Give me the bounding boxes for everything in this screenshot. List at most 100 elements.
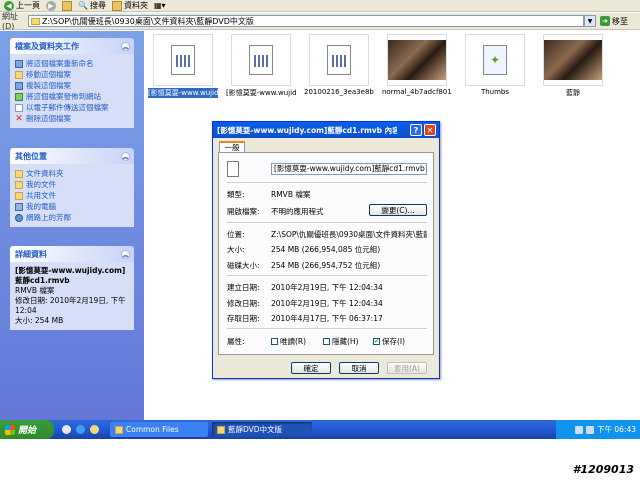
details-type: RMVB 檔案 [15, 286, 55, 295]
video-file-icon [171, 45, 195, 75]
details-filename: [影憶莫耍-www.wujidy.com]藍靜cd1.rmvb [15, 266, 126, 285]
folders-button[interactable]: 資料夾 [111, 0, 148, 11]
readonly-checkbox[interactable]: 唯讀(R) [271, 336, 306, 347]
size-on-disk-label: 磁碟大小: [227, 261, 260, 270]
file-item[interactable]: 20100216_3ea3e8b5c... [304, 34, 374, 96]
video-file-icon [327, 45, 351, 75]
file-type-icon [227, 161, 239, 177]
up-folder-icon[interactable] [62, 0, 72, 11]
file-item[interactable]: [影憶莫耍-www.wujidy.com]... [226, 34, 296, 98]
toolbar: ◀ 上一頁 ▶ 🔍 搜尋 資料夾 ▦▾ [0, 0, 640, 12]
email-icon [15, 103, 23, 112]
type-label: 類型: [227, 190, 245, 199]
details-title: 詳細資料 [15, 249, 47, 259]
collapse-icon[interactable]: ︽ [121, 41, 130, 51]
file-thumbnail [543, 34, 603, 86]
task-label: 藍靜DVD中文版 [228, 425, 283, 434]
search-button[interactable]: 🔍 搜尋 [78, 0, 106, 11]
task-rename[interactable]: 將這個檔案重新命名 [15, 58, 129, 69]
explorer-icon[interactable] [90, 425, 99, 434]
folders-label: 資料夾 [123, 1, 148, 10]
other-places-header[interactable]: 其他位置 ︽ [10, 148, 134, 164]
file-thumbnail [309, 34, 369, 86]
apply-button[interactable]: 套用(A) [387, 362, 427, 374]
place-documents-folder[interactable]: 文件資料夾 [15, 168, 129, 179]
forward-arrow-icon[interactable]: ▶ [46, 0, 56, 11]
dialog-titlebar[interactable]: [影憶莫耍-www.wujidy.com]藍靜cd1.rmvb 內容 ? ✕ [213, 122, 439, 138]
file-item[interactable]: normal_4b7adcf8011ba [382, 34, 452, 96]
archive-checkbox[interactable]: ✔ 保存(I) [373, 336, 405, 347]
task-label: 移動這個檔案 [26, 70, 71, 79]
details-modified: 修改日期: 2010年2月19日, 下午 12:04 [15, 296, 126, 315]
divider [227, 182, 427, 183]
location-label: 位置: [227, 230, 245, 239]
file-item[interactable]: [影憶莫耍-www.wujidy.com]... [148, 34, 218, 98]
taskbar: 開始 Common Files 藍靜DVD中文版 下午 06:43 [0, 420, 640, 439]
tray-icon[interactable] [575, 425, 583, 434]
properties-dialog: [影憶莫耍-www.wujidy.com]藍靜cd1.rmvb 內容 ? ✕ 一… [212, 121, 440, 379]
place-shared-documents[interactable]: 共用文件 [15, 190, 129, 201]
tab-general[interactable]: 一般 [219, 141, 245, 152]
file-thumbnail [387, 34, 447, 86]
file-name: normal_4b7adcf8011ba [382, 88, 452, 96]
task-email[interactable]: 以電子郵件傳送這個檔案 [15, 102, 129, 113]
place-my-computer[interactable]: 我的電腦 [15, 201, 129, 212]
taskbar-item-common-files[interactable]: Common Files [110, 422, 208, 437]
attributes-label: 屬性: [227, 337, 245, 346]
task-publish[interactable]: 將這個檔案發佈到網站 [15, 91, 129, 102]
file-tasks-header[interactable]: 檔案及資料夾工作 ︽ [10, 38, 134, 54]
watermark: #1209013 [572, 463, 634, 476]
divider [227, 328, 427, 329]
file-thumbnail [231, 34, 291, 86]
details-body: [影憶莫耍-www.wujidy.com]藍靜cd1.rmvb RMVB 檔案 … [10, 262, 134, 330]
help-icon[interactable]: ? [410, 124, 422, 136]
place-network[interactable]: 網路上的芳鄰 [15, 212, 129, 223]
views-icon[interactable]: ▦▾ [154, 1, 166, 10]
place-my-documents[interactable]: 我的文件 [15, 179, 129, 190]
hidden-checkbox[interactable]: 隱藏(H) [323, 336, 359, 347]
shared-documents-icon [15, 191, 23, 200]
address-dropdown-icon[interactable]: ▼ [584, 15, 596, 27]
task-label: 複製這個檔案 [26, 81, 71, 90]
delete-icon: ✕ [15, 113, 23, 124]
task-label: 以電子郵件傳送這個檔案 [26, 103, 109, 112]
file-name: 藍靜 [566, 89, 580, 97]
general-tab-panel: [影憶莫耍-www.wujidy.com]藍靜cd1.rmvb 類型: RMVB… [218, 152, 434, 355]
place-label: 網路上的芳鄰 [26, 213, 71, 222]
task-move[interactable]: 移動這個檔案 [15, 69, 129, 80]
created-label: 建立日期: [227, 283, 260, 292]
start-label: 開始 [18, 426, 37, 436]
details-header[interactable]: 詳細資料 ︽ [10, 246, 134, 262]
volume-icon[interactable] [586, 425, 594, 434]
dialog-title: [影憶莫耍-www.wujidy.com]藍靜cd1.rmvb 內容 [217, 125, 397, 135]
start-button[interactable]: 開始 [0, 420, 54, 439]
ok-button[interactable]: 確定 [291, 362, 331, 374]
windows-logo-icon [5, 424, 15, 435]
clock[interactable]: 下午 06:43 [597, 424, 636, 435]
copy-icon [15, 81, 23, 90]
address-path: Z:\SOP\仇關優班長\0930桌面\文件資料夾\藍靜DVD中文版 [42, 16, 254, 26]
collapse-icon[interactable]: ︽ [121, 249, 130, 259]
type-value: RMVB 檔案 [271, 190, 311, 199]
change-button[interactable]: 變更(C)... [369, 204, 427, 216]
task-delete[interactable]: ✕ 刪除這個檔案 [15, 113, 129, 124]
divider [227, 275, 427, 276]
task-copy[interactable]: 複製這個檔案 [15, 80, 129, 91]
open-with-label: 開啟檔案: [227, 207, 260, 216]
filename-field[interactable]: [影憶莫耍-www.wujidy.com]藍靜cd1.rmvb [271, 163, 427, 175]
taskbar-item-dvd-folder[interactable]: 藍靜DVD中文版 [212, 422, 312, 437]
file-item[interactable]: 藍靜 [538, 34, 608, 98]
checkmark-icon: ✔ [373, 338, 380, 345]
back-button[interactable]: ◀ 上一頁 [4, 0, 40, 11]
collapse-icon[interactable]: ︽ [121, 151, 130, 161]
internet-explorer-icon[interactable] [76, 425, 85, 434]
close-icon[interactable]: ✕ [424, 124, 436, 136]
thumbs-db-icon: ✦ [483, 45, 507, 75]
search-icon: 🔍 [78, 1, 88, 10]
modified-value: 2010年2月19日, 下午 12:04:34 [271, 299, 383, 308]
go-button[interactable]: ➜ 移至 [600, 16, 638, 27]
file-item[interactable]: ✦ Thumbs [460, 34, 530, 96]
quicklaunch-icon[interactable] [62, 425, 71, 434]
cancel-button[interactable]: 取消 [339, 362, 379, 374]
address-input[interactable]: Z:\SOP\仇關優班長\0930桌面\文件資料夾\藍靜DVD中文版 [28, 15, 584, 27]
